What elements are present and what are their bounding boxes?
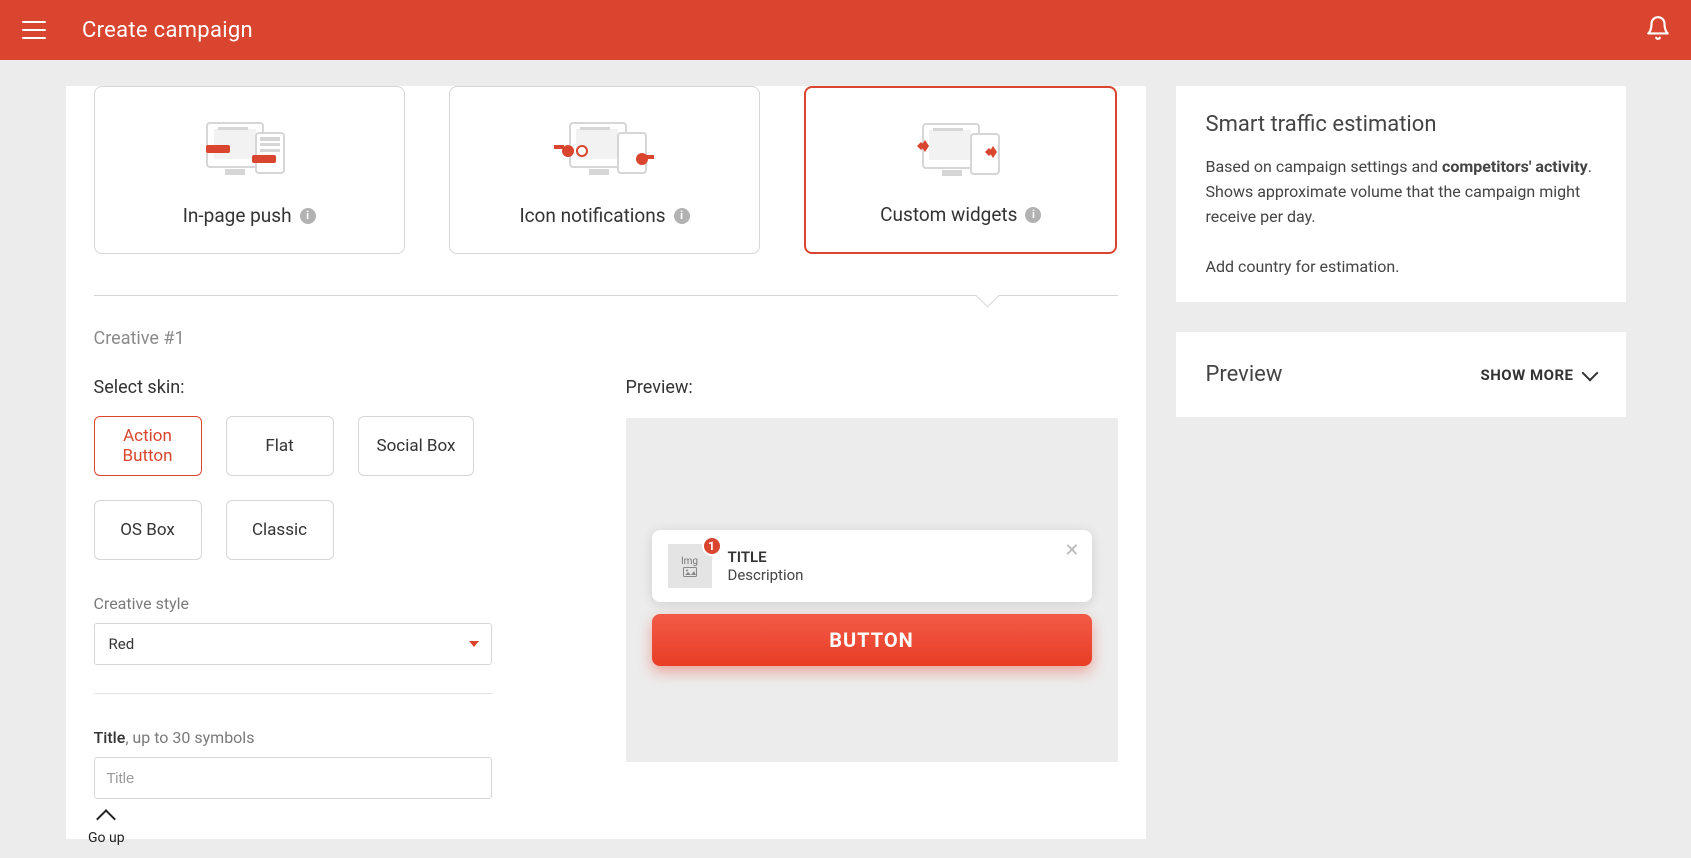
est-body-bold: competitors' activity [1442, 157, 1588, 176]
image-icon [683, 567, 697, 577]
inpage-push-illustration-icon [206, 115, 292, 181]
skin-social-box[interactable]: Social Box [358, 416, 475, 476]
divider [94, 693, 492, 694]
icon-notifications-illustration-icon [554, 115, 654, 181]
skin-action-button[interactable]: Action Button [94, 416, 202, 476]
title-caption-dark: Title [94, 728, 126, 747]
select-skin-label: Select skin: [94, 377, 586, 398]
go-up-button[interactable]: Go up [88, 812, 125, 846]
traffic-estimation-card: Smart traffic estimation Based on campai… [1176, 86, 1626, 302]
skin-flat[interactable]: Flat [226, 416, 334, 476]
preview-label: Preview: [626, 377, 1118, 398]
preview-description: Description [728, 566, 804, 584]
chevron-up-icon [96, 809, 116, 829]
side-preview-title: Preview [1206, 362, 1283, 387]
chevron-down-icon [469, 641, 479, 647]
preview-badge: 1 [702, 536, 722, 556]
info-icon[interactable]: i [1025, 207, 1041, 223]
creative-style-caption: Creative style [94, 594, 586, 613]
est-body-pre: Based on campaign settings and [1206, 157, 1443, 176]
title-field-caption: Title, up to 30 symbols [94, 728, 586, 747]
preview-title: TITLE [728, 548, 804, 566]
close-icon[interactable]: ✕ [1064, 540, 1079, 561]
skin-grid: Action Button Flat Social Box OS Box Cla… [94, 416, 586, 560]
title-caption-rest: , up to 30 symbols [125, 728, 254, 747]
hamburger-menu-icon[interactable] [20, 16, 48, 44]
format-icon-notifications[interactable]: Icon notifications i [449, 86, 760, 254]
preview-img-label: Img [681, 556, 698, 567]
skin-classic[interactable]: Classic [226, 500, 334, 560]
page-title: Create campaign [82, 18, 253, 43]
traffic-estimation-title: Smart traffic estimation [1206, 112, 1596, 137]
format-inpage-push[interactable]: In-page push i [94, 86, 405, 254]
show-more-button[interactable]: SHOW MORE [1480, 366, 1595, 384]
creative-style-select[interactable]: Red [94, 623, 492, 665]
show-more-label: SHOW MORE [1480, 366, 1573, 384]
format-label: Icon notifications [519, 204, 665, 227]
preview-card: ✕ Img 1 TITLE Descriptio [652, 530, 1092, 602]
go-up-label: Go up [88, 830, 125, 846]
ad-format-row: In-page push i [94, 86, 1118, 254]
format-divider [94, 282, 1118, 296]
info-icon[interactable]: i [674, 208, 690, 224]
info-icon[interactable]: i [300, 208, 316, 224]
format-label: Custom widgets [880, 203, 1017, 226]
main-content: In-page push i [66, 86, 1146, 839]
preview-image-placeholder: Img 1 [668, 544, 712, 588]
notifications-bell-icon[interactable] [1645, 15, 1671, 45]
title-input[interactable] [94, 757, 492, 799]
format-custom-widgets[interactable]: Custom widgets i [804, 86, 1117, 254]
preview-cta-button: BUTTON [652, 614, 1092, 666]
chevron-down-icon [1581, 364, 1598, 381]
sidebar: Smart traffic estimation Based on campai… [1176, 86, 1626, 839]
preview-stage: ✕ Img 1 TITLE Descriptio [626, 418, 1118, 762]
format-label: In-page push [183, 204, 292, 227]
skin-os-box[interactable]: OS Box [94, 500, 202, 560]
custom-widgets-illustration-icon [915, 116, 1007, 182]
creative-style-value: Red [109, 635, 135, 653]
traffic-estimation-note: Add country for estimation. [1206, 257, 1596, 276]
top-bar: Create campaign [0, 0, 1691, 60]
creative-heading: Creative #1 [94, 328, 1118, 349]
side-preview-card: Preview SHOW MORE [1176, 332, 1626, 417]
traffic-estimation-body: Based on campaign settings and competito… [1206, 155, 1596, 229]
